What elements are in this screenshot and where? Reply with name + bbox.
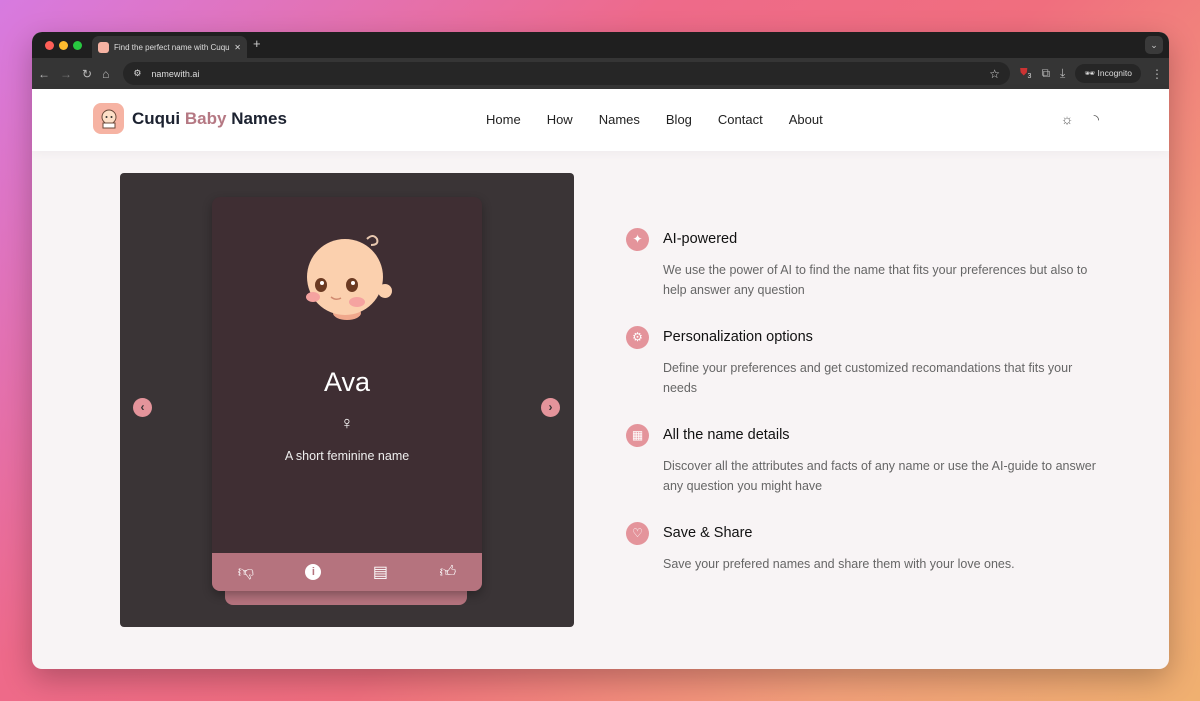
gender-female-icon: ♀	[340, 413, 354, 433]
gear-icon: ⚙	[626, 326, 649, 349]
extension-shield-icon[interactable]: ⛊3	[1020, 67, 1031, 80]
name-description: A short feminine name	[284, 449, 410, 463]
favicon-icon	[98, 41, 109, 53]
reload-icon[interactable]: ↻	[82, 67, 92, 81]
theme-toggle-sun-icon[interactable]: ☼	[1061, 111, 1074, 128]
main-nav: Home How Names Blog Contact About	[486, 112, 823, 127]
magic-wand-icon: ✦	[626, 228, 649, 251]
browser-window: Find the perfect name with Cuqui Baby Na…	[32, 32, 1169, 669]
brand-name-part2: Baby	[184, 108, 227, 128]
feature-text: We use the power of AI to find the name …	[663, 263, 1088, 297]
address-bar[interactable]: ⚙ namewith.ai ☆	[123, 62, 1011, 85]
site-settings-icon[interactable]: ⚙	[133, 68, 141, 79]
comment-icon[interactable]: ▤	[373, 562, 388, 582]
info-icon[interactable]: i	[305, 564, 322, 580]
nav-contact[interactable]: Contact	[718, 112, 763, 127]
site-header: Cuqui Baby Names Home How Names Blog Con…	[32, 89, 1169, 151]
feature-title: AI-powered	[663, 231, 738, 247]
incognito-button[interactable]: 🕶 Incognito	[1075, 64, 1141, 83]
tab-bar: Find the perfect name with Cuqui Baby Na…	[32, 32, 1169, 58]
name-carousel: Ava ♀ A short feminine name 👎︎ i ▤ 👍︎ ‹ …	[120, 173, 574, 627]
minimize-window-button[interactable]	[59, 41, 68, 50]
browser-tab[interactable]: Find the perfect name with Cuqui Baby Na…	[92, 36, 247, 58]
baby-logo-icon	[93, 103, 124, 134]
tab-title: Find the perfect name with Cuqui Baby Na…	[114, 42, 230, 52]
thumbs-down-icon[interactable]: 👎︎	[238, 563, 254, 582]
nav-blog[interactable]: Blog	[666, 112, 692, 127]
card-actions: 👎︎ i ▤ 👍︎	[212, 553, 482, 591]
baby-face-illustration	[306, 235, 392, 320]
rss-feed-icon[interactable]: ◝	[1094, 111, 1099, 128]
menu-kebab-icon[interactable]: ⋮	[1151, 67, 1163, 81]
browser-toolbar: ← → ↻ ⌂ ⚙ namewith.ai ☆ ⛊3 ⧉ ⤓ 🕶 Incogni…	[32, 58, 1169, 89]
feature-title: Save & Share	[663, 525, 753, 541]
download-icon[interactable]: ⤓	[1060, 66, 1065, 81]
close-tab-icon[interactable]: ✕	[234, 43, 241, 52]
nav-home[interactable]: Home	[486, 112, 521, 127]
feature-item: ♡ Save & Share Save your prefered names …	[626, 522, 1096, 574]
feature-text: Discover all the attributes and facts of…	[663, 459, 1096, 493]
back-icon[interactable]: ←	[38, 67, 50, 81]
baby-name: Ava	[323, 367, 371, 397]
brand-logo[interactable]: Cuqui Baby Names	[93, 103, 287, 134]
layout-icon: ▦	[626, 424, 649, 447]
maximize-window-button[interactable]	[73, 41, 82, 50]
feature-item: ⚙ Personalization options Define your pr…	[626, 326, 1096, 398]
feature-title: All the name details	[663, 427, 790, 443]
url-text: namewith.ai	[151, 68, 200, 79]
close-window-button[interactable]	[45, 41, 54, 50]
feature-title: Personalization options	[663, 329, 813, 345]
nav-about[interactable]: About	[789, 112, 823, 127]
heart-icon: ♡	[626, 522, 649, 545]
incognito-label: Incognito	[1097, 68, 1133, 78]
next-arrow-button[interactable]: ›	[541, 398, 560, 417]
brand-name-part3: Names	[231, 108, 287, 128]
home-icon[interactable]: ⌂	[102, 67, 109, 81]
nav-how[interactable]: How	[547, 112, 573, 127]
forward-icon[interactable]: →	[60, 67, 72, 81]
thumbs-up-icon[interactable]: 👍︎	[440, 563, 457, 582]
new-tab-button[interactable]: +	[253, 36, 261, 51]
tab-search-button[interactable]: ⌄	[1145, 36, 1163, 54]
feature-item: ▦ All the name details Discover all the …	[626, 424, 1096, 496]
feature-text: Define your preferences and get customiz…	[663, 361, 1073, 395]
nav-names[interactable]: Names	[599, 112, 640, 127]
feature-item: ✦ AI-powered We use the power of AI to f…	[626, 228, 1096, 300]
name-card[interactable]: Ava ♀ A short feminine name 👎︎ i ▤ 👍︎	[212, 197, 482, 591]
bookmark-star-icon[interactable]: ☆	[989, 67, 1000, 81]
previous-arrow-button[interactable]: ‹	[133, 398, 152, 417]
brand-name-part1: Cuqui	[132, 108, 181, 128]
incognito-icon: 🕶	[1084, 68, 1098, 78]
feature-text: Save your prefered names and share them …	[663, 557, 1015, 571]
extensions-puzzle-icon[interactable]: ⧉	[1041, 66, 1050, 81]
extension-badge: 3	[1027, 73, 1032, 80]
features-list: ✦ AI-powered We use the power of AI to f…	[626, 228, 1096, 600]
